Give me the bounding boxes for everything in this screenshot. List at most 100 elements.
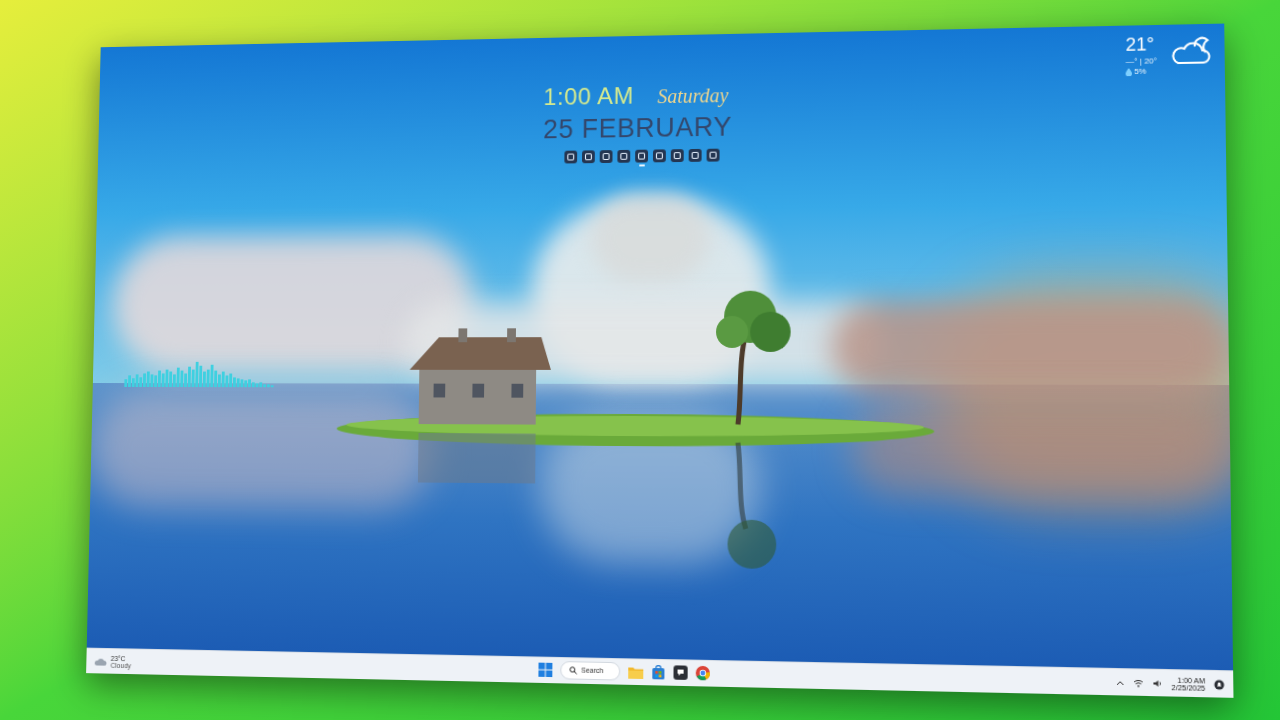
- visualizer-bar: [252, 382, 255, 387]
- visualizer-bar: [248, 379, 251, 387]
- visualizer-bar: [229, 374, 232, 388]
- visualizer-bar: [237, 378, 240, 387]
- system-tray: 1:00 AM 2/25/2025: [1116, 675, 1225, 692]
- visualizer-bar: [135, 374, 138, 387]
- visualizer-bar: [233, 377, 236, 387]
- taskbar-time: 1:00 AM: [1177, 676, 1205, 684]
- app-shortcut-icon: [600, 150, 613, 163]
- chat-icon[interactable]: [673, 665, 687, 680]
- selected-indicator: [656, 164, 662, 166]
- cloud-moon-icon: [1169, 36, 1212, 67]
- visualizer-bar: [124, 379, 127, 387]
- visualizer-bar: [143, 373, 146, 387]
- weather-range: —° | 20°: [1126, 56, 1157, 67]
- chrome-icon[interactable]: [696, 666, 710, 681]
- desktop: 1:00 AM Saturday 25 FEBRUARY 21° —° | 20…: [87, 24, 1233, 671]
- notification-icon[interactable]: [1214, 679, 1225, 690]
- visualizer-bar: [162, 373, 165, 387]
- visualizer-bar: [173, 374, 176, 387]
- visualizer-bar: [128, 375, 131, 387]
- search-box[interactable]: Search: [560, 661, 620, 681]
- visualizer-bar: [267, 384, 270, 387]
- taskbar-clock[interactable]: 1:00 AM 2/25/2025: [1171, 676, 1205, 691]
- visualizer-bar: [139, 377, 142, 387]
- desktop-screen: 1:00 AM Saturday 25 FEBRUARY 21° —° | 20…: [86, 24, 1233, 698]
- visualizer-bar: [180, 371, 183, 387]
- visualizer-bar: [225, 375, 228, 387]
- wifi-icon[interactable]: [1133, 678, 1144, 687]
- visualizer-bar: [207, 370, 210, 387]
- app-shortcut-icon: [707, 148, 720, 161]
- visualizer-bar: [259, 382, 262, 387]
- visualizer-bar: [165, 370, 168, 387]
- visualizer-bar: [240, 379, 243, 387]
- cloud-icon: [94, 656, 107, 666]
- launcher-item[interactable]: [689, 149, 702, 166]
- visualizer-bar: [188, 367, 191, 387]
- file-explorer-icon[interactable]: [628, 665, 643, 679]
- clock-day: Saturday: [657, 83, 728, 109]
- app-shortcut-icon: [635, 149, 648, 162]
- weather-widget: 21° —° | 20° 5%: [1125, 32, 1212, 77]
- search-icon: [569, 666, 577, 674]
- visualizer-bar: [154, 375, 157, 387]
- app-shortcut-icon: [689, 149, 702, 162]
- chevron-up-icon[interactable]: [1116, 679, 1125, 685]
- launcher-item[interactable]: [600, 150, 613, 167]
- thumbnail-background: 1:00 AM Saturday 25 FEBRUARY 21° —° | 20…: [0, 0, 1280, 720]
- visualizer-bar: [203, 372, 206, 388]
- launcher-item[interactable]: [707, 148, 720, 165]
- app-shortcut-icon: [582, 150, 595, 163]
- visualizer-bar: [132, 378, 135, 387]
- launcher-item[interactable]: [635, 149, 648, 166]
- taskbar-apps: Search: [538, 661, 710, 683]
- speaker-icon[interactable]: [1152, 679, 1163, 688]
- visualizer-bar: [244, 380, 247, 387]
- audio-visualizer: [124, 362, 274, 387]
- launcher-item[interactable]: [582, 150, 595, 167]
- visualizer-bar: [271, 385, 274, 387]
- visualizer-bar: [210, 365, 213, 387]
- taskbar-date: 2/25/2025: [1172, 683, 1206, 691]
- visualizer-bar: [150, 374, 153, 387]
- selected-indicator: [585, 165, 591, 167]
- visualizer-bar: [177, 368, 180, 387]
- launcher-item[interactable]: [564, 150, 577, 167]
- selected-indicator: [710, 163, 716, 165]
- store-icon[interactable]: [651, 665, 665, 680]
- visualizer-bar: [158, 371, 161, 387]
- clock-widget: 1:00 AM Saturday 25 FEBRUARY: [543, 79, 732, 167]
- launcher-item[interactable]: [671, 149, 684, 166]
- clock-time: 1:00 AM: [543, 81, 634, 112]
- search-label: Search: [581, 665, 603, 676]
- visualizer-bar: [222, 372, 225, 388]
- visualizer-bar: [199, 366, 202, 387]
- visualizer-bar: [218, 374, 221, 387]
- clock-date: 25 FEBRUARY: [543, 111, 732, 147]
- visualizer-bar: [256, 383, 259, 387]
- visualizer-bar: [214, 371, 217, 388]
- weather-rain: 5%: [1134, 66, 1146, 76]
- selected-indicator: [674, 164, 680, 166]
- visualizer-bar: [184, 373, 187, 387]
- selected-indicator: [603, 165, 609, 167]
- app-shortcut-icon: [671, 149, 684, 162]
- launcher-item[interactable]: [653, 149, 666, 166]
- selected-indicator: [621, 164, 627, 166]
- visualizer-bar: [169, 372, 172, 388]
- app-shortcut-icon: [617, 150, 630, 163]
- app-shortcut-icon: [564, 150, 577, 163]
- launcher-bar: [564, 148, 719, 167]
- taskbar-weather[interactable]: 23°C Cloudy: [94, 654, 132, 669]
- app-shortcut-icon: [653, 149, 666, 162]
- start-icon[interactable]: [538, 663, 552, 677]
- selected-indicator: [692, 164, 698, 166]
- taskbar-temperature: 23°C: [111, 654, 132, 661]
- launcher-item[interactable]: [617, 150, 630, 167]
- visualizer-bar: [192, 370, 195, 387]
- visualizer-bar: [263, 384, 266, 387]
- selected-indicator: [639, 164, 645, 166]
- raindrop-icon: [1126, 67, 1132, 75]
- taskbar-condition: Cloudy: [111, 661, 132, 668]
- weather-temperature: 21°: [1125, 33, 1154, 56]
